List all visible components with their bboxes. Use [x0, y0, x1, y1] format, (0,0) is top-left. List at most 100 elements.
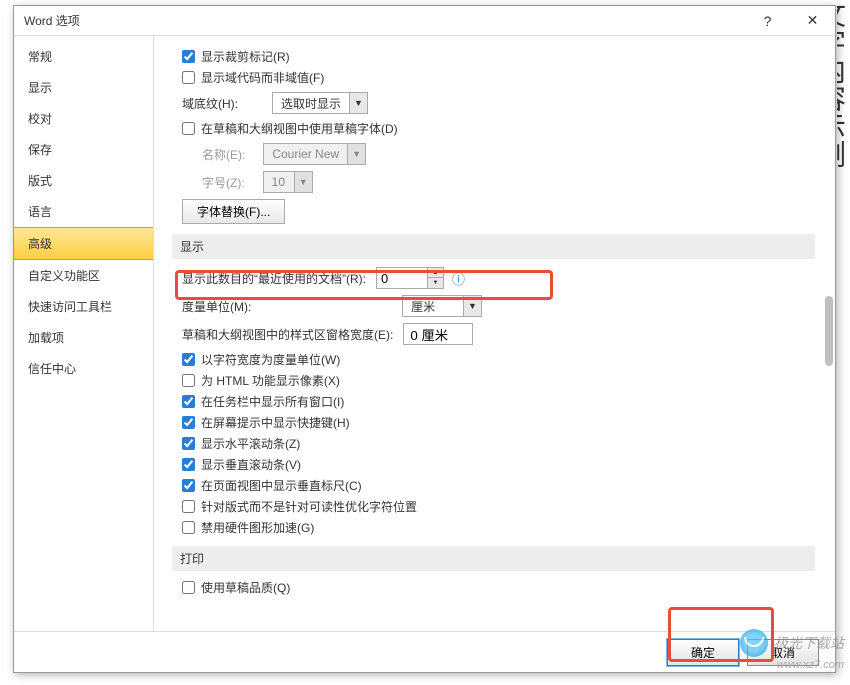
sidebar-item-save[interactable]: 保存	[14, 134, 153, 165]
sidebar-item-quick-access[interactable]: 快速访问工具栏	[14, 291, 153, 322]
checkbox-optimize-layout-input[interactable]	[182, 500, 195, 513]
style-area-row: 草稿和大纲视图中的样式区窗格宽度(E):	[172, 323, 815, 345]
checkbox-field-codes-label: 显示域代码而非域值(F)	[201, 69, 324, 86]
checkbox-shortcut-keys-label: 在屏幕提示中显示快捷键(H)	[201, 414, 350, 431]
checkbox-crop-marks[interactable]: 显示裁剪标记(R)	[172, 48, 815, 65]
draft-font-name-value: Courier New	[264, 147, 347, 161]
checkbox-disable-hw-accel[interactable]: 禁用硬件图形加速(G)	[172, 519, 815, 536]
draft-font-size-label: 字号(Z):	[202, 174, 245, 191]
watermark-url: www.xz7.com	[777, 659, 844, 671]
sidebar: 常规 显示 校对 保存 版式 语言 高级 自定义功能区 快速访问工具栏 加载项 …	[14, 36, 154, 631]
checkbox-draft-quality[interactable]: 使用草稿品质(Q)	[172, 579, 815, 596]
checkbox-html-pixels[interactable]: 为 HTML 功能显示像素(X)	[172, 372, 815, 389]
field-shading-row: 域底纹(H): 选取时显示 ▼	[172, 92, 815, 114]
checkbox-draft-font-input[interactable]	[182, 122, 195, 135]
draft-font-size-value: 10	[264, 175, 294, 189]
checkbox-crop-marks-label: 显示裁剪标记(R)	[201, 48, 290, 65]
help-button[interactable]: ?	[745, 6, 790, 35]
checkbox-char-width-input[interactable]	[182, 353, 195, 366]
style-area-input[interactable]	[403, 323, 473, 345]
dialog-title: Word 选项	[24, 12, 745, 29]
content-panel: 显示裁剪标记(R) 显示域代码而非域值(F) 域底纹(H): 选取时显示 ▼ 在…	[154, 36, 835, 631]
info-icon[interactable]: ⓘ	[452, 269, 465, 288]
measure-unit-row: 度量单位(M): 厘米 ▼	[172, 295, 815, 317]
spinner-down-icon[interactable]: ▼	[428, 278, 443, 288]
recent-docs-row: 显示此数目的“最近使用的文档”(R): ▲ ▼ ⓘ	[172, 267, 815, 289]
style-area-label: 草稿和大纲视图中的样式区窗格宽度(E):	[182, 326, 393, 343]
section-header-display: 显示	[172, 234, 815, 259]
spinner-buttons: ▲ ▼	[427, 268, 443, 288]
close-button[interactable]: ✕	[790, 6, 835, 35]
background-document-text: 文字内容示例	[837, 0, 850, 685]
ok-button[interactable]: 确定	[667, 639, 739, 666]
field-shading-label: 域底纹(H):	[182, 95, 238, 112]
measure-unit-value: 厘米	[403, 298, 463, 315]
sidebar-item-advanced[interactable]: 高级	[14, 227, 153, 260]
checkbox-crop-marks-input[interactable]	[182, 50, 195, 63]
chevron-down-icon: ▼	[347, 144, 365, 164]
draft-font-name-dropdown: Courier New ▼	[263, 143, 366, 165]
checkbox-hscroll-label: 显示水平滚动条(Z)	[201, 435, 300, 452]
checkbox-draft-quality-label: 使用草稿品质(Q)	[201, 579, 290, 596]
font-subst-row: 字体替换(F)...	[172, 199, 815, 224]
checkbox-hscroll-input[interactable]	[182, 437, 195, 450]
checkbox-taskbar-windows-input[interactable]	[182, 395, 195, 408]
draft-font-size-dropdown: 10 ▼	[263, 171, 313, 193]
spinner-up-icon[interactable]: ▲	[428, 268, 443, 278]
word-options-dialog: Word 选项 ? ✕ 常规 显示 校对 保存 版式 语言 高级 自定义功能区 …	[13, 5, 836, 673]
checkbox-shortcut-keys[interactable]: 在屏幕提示中显示快捷键(H)	[172, 414, 815, 431]
field-shading-dropdown[interactable]: 选取时显示 ▼	[272, 92, 368, 114]
watermark: 极光下载站	[740, 629, 844, 657]
sidebar-item-trust-center[interactable]: 信任中心	[14, 353, 153, 384]
sidebar-item-language[interactable]: 语言	[14, 196, 153, 227]
chevron-down-icon[interactable]: ▼	[463, 296, 481, 316]
section-header-print: 打印	[172, 546, 815, 571]
checkbox-vruler[interactable]: 在页面视图中显示垂直标尺(C)	[172, 477, 815, 494]
sidebar-item-proofing[interactable]: 校对	[14, 103, 153, 134]
draft-font-name-label: 名称(E):	[202, 146, 245, 163]
checkbox-taskbar-windows[interactable]: 在任务栏中显示所有窗口(I)	[172, 393, 815, 410]
sidebar-item-general[interactable]: 常规	[14, 41, 153, 72]
draft-font-size-row: 字号(Z): 10 ▼	[172, 171, 815, 193]
chevron-down-icon[interactable]: ▼	[349, 93, 367, 113]
checkbox-taskbar-windows-label: 在任务栏中显示所有窗口(I)	[201, 393, 344, 410]
measure-unit-label: 度量单位(M):	[182, 298, 392, 315]
checkbox-field-codes[interactable]: 显示域代码而非域值(F)	[172, 69, 815, 86]
checkbox-optimize-layout[interactable]: 针对版式而不是针对可读性优化字符位置	[172, 498, 815, 515]
sidebar-item-addins[interactable]: 加载项	[14, 322, 153, 353]
draft-font-name-row: 名称(E): Courier New ▼	[172, 143, 815, 165]
watermark-text: 极光下载站	[774, 633, 844, 653]
checkbox-draft-font[interactable]: 在草稿和大纲视图中使用草稿字体(D)	[172, 120, 815, 137]
recent-docs-input[interactable]	[377, 268, 427, 288]
watermark-logo-icon	[740, 629, 768, 657]
recent-docs-spinner[interactable]: ▲ ▼	[376, 267, 444, 289]
field-shading-value: 选取时显示	[273, 95, 349, 112]
titlebar: Word 选项 ? ✕	[14, 6, 835, 36]
sidebar-item-customize-ribbon[interactable]: 自定义功能区	[14, 260, 153, 291]
checkbox-field-codes-input[interactable]	[182, 71, 195, 84]
checkbox-vscroll-label: 显示垂直滚动条(V)	[201, 456, 301, 473]
checkbox-disable-hw-accel-label: 禁用硬件图形加速(G)	[201, 519, 314, 536]
checkbox-char-width[interactable]: 以字符宽度为度量单位(W)	[172, 351, 815, 368]
checkbox-disable-hw-accel-input[interactable]	[182, 521, 195, 534]
checkbox-shortcut-keys-input[interactable]	[182, 416, 195, 429]
checkbox-hscroll[interactable]: 显示水平滚动条(Z)	[172, 435, 815, 452]
checkbox-draft-font-label: 在草稿和大纲视图中使用草稿字体(D)	[201, 120, 398, 137]
sidebar-item-display[interactable]: 显示	[14, 72, 153, 103]
dialog-footer: 确定 取消	[14, 631, 835, 673]
dialog-body: 常规 显示 校对 保存 版式 语言 高级 自定义功能区 快速访问工具栏 加载项 …	[14, 36, 835, 631]
checkbox-vruler-input[interactable]	[182, 479, 195, 492]
font-substitution-button[interactable]: 字体替换(F)...	[182, 199, 285, 224]
measure-unit-dropdown[interactable]: 厘米 ▼	[402, 295, 482, 317]
checkbox-vscroll-input[interactable]	[182, 458, 195, 471]
checkbox-vscroll[interactable]: 显示垂直滚动条(V)	[172, 456, 815, 473]
scrollbar-thumb[interactable]	[825, 296, 833, 366]
checkbox-char-width-label: 以字符宽度为度量单位(W)	[201, 351, 340, 368]
checkbox-optimize-layout-label: 针对版式而不是针对可读性优化字符位置	[201, 498, 417, 515]
chevron-down-icon: ▼	[294, 172, 312, 192]
checkbox-draft-quality-input[interactable]	[182, 581, 195, 594]
recent-docs-label: 显示此数目的“最近使用的文档”(R):	[182, 270, 366, 287]
checkbox-html-pixels-input[interactable]	[182, 374, 195, 387]
checkbox-html-pixels-label: 为 HTML 功能显示像素(X)	[201, 372, 340, 389]
sidebar-item-layout[interactable]: 版式	[14, 165, 153, 196]
